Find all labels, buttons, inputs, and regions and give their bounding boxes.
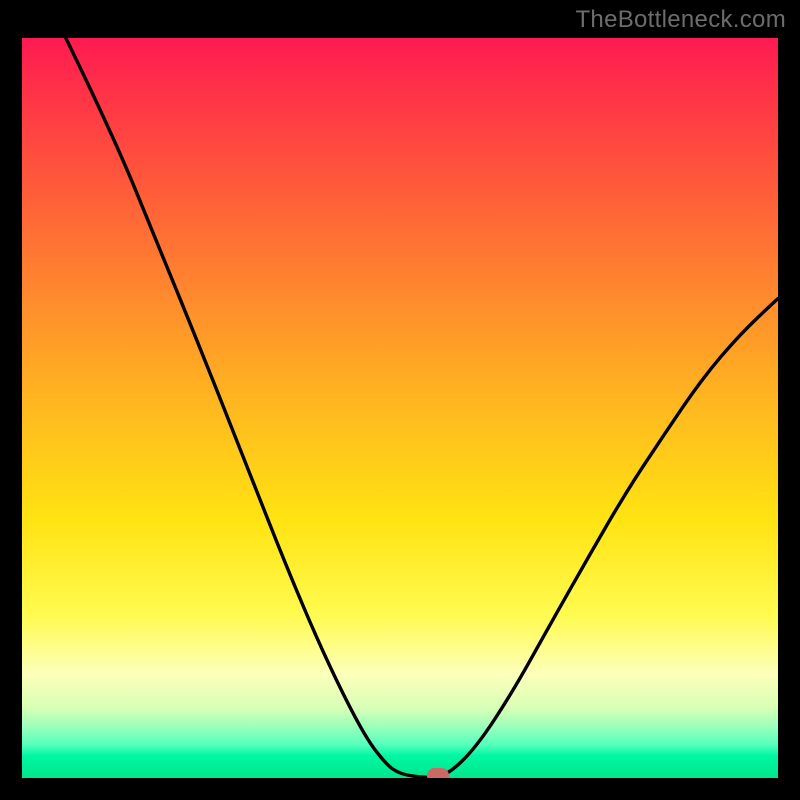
optimum-marker [427, 768, 449, 778]
chart-frame: TheBottleneck.com [0, 0, 800, 800]
watermark-text: TheBottleneck.com [575, 6, 786, 34]
bottleneck-curve [22, 38, 778, 778]
plot-area [22, 38, 778, 778]
curve-path [66, 38, 778, 777]
